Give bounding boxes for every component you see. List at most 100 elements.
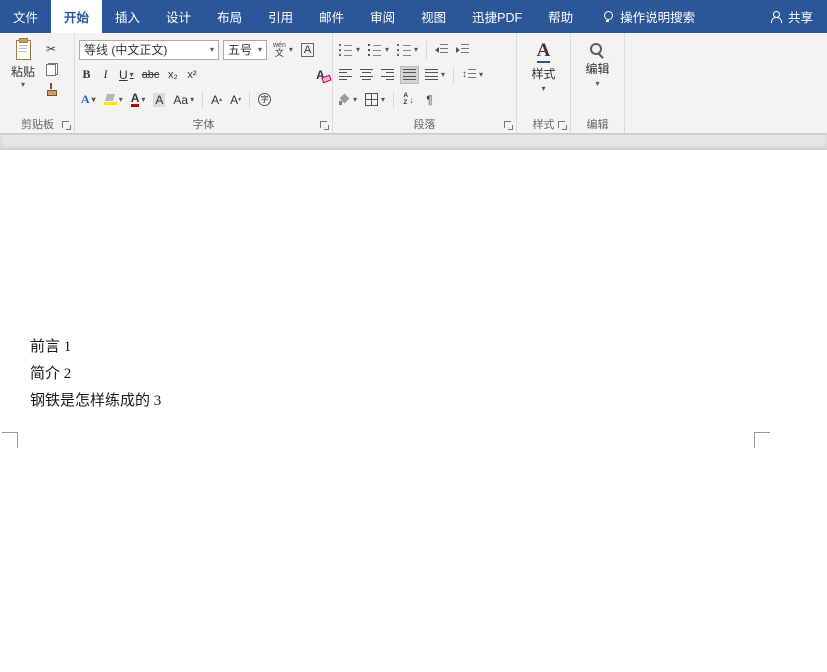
tab-insert[interactable]: 插入: [102, 0, 153, 33]
paste-dropdown-arrow[interactable]: [21, 80, 25, 89]
clipboard-dialog-launcher-icon[interactable]: [62, 121, 71, 130]
clear-formatting-button[interactable]: A: [313, 66, 328, 84]
document-line[interactable]: 前言 1: [30, 334, 827, 361]
text-highlight-button[interactable]: [102, 91, 125, 109]
superscript-button[interactable]: x²: [184, 66, 199, 84]
styles-button[interactable]: A 样式: [521, 37, 566, 116]
multilevel-list-icon: [397, 44, 411, 56]
paste-label: 粘贴: [11, 63, 35, 80]
character-shading-button[interactable]: A: [151, 91, 167, 109]
font-group: 等线 (中文正文) 五号 wén 文 A B I U abc x₂ x² A: [75, 33, 333, 133]
highlighter-icon: [104, 94, 117, 105]
document-page[interactable]: 前言 1 简介 2 钢铁是怎样练成的 3: [0, 334, 827, 672]
font-group-label: 字体: [75, 116, 332, 132]
document-top-margin-strip: [0, 134, 827, 150]
pilcrow-icon: ¶: [426, 93, 432, 107]
document-line[interactable]: 简介 2: [30, 361, 827, 388]
paragraph-group: ↕ AZ ↓ ¶ 段落: [333, 33, 517, 133]
ribbon: 粘贴 ✂ 剪贴板 等线 (中文正文) 五号 wén 文: [0, 33, 827, 134]
copy-button[interactable]: [46, 61, 58, 77]
increase-indent-icon: [456, 47, 460, 53]
font-size-combobox[interactable]: 五号: [223, 40, 267, 60]
tell-me-search[interactable]: 操作说明搜索: [602, 0, 695, 33]
format-painter-icon: [46, 83, 56, 96]
tab-mailings[interactable]: 邮件: [306, 0, 357, 33]
sort-arrow-icon: ↓: [409, 95, 414, 105]
share-label: 共享: [788, 7, 813, 26]
change-case-icon: Aa: [173, 93, 188, 107]
tab-review[interactable]: 审阅: [357, 0, 408, 33]
phonetic-guide-button[interactable]: wén 文: [271, 41, 295, 59]
grow-font-button[interactable]: A: [209, 91, 224, 109]
editing-dropdown-arrow[interactable]: [595, 79, 599, 88]
styles-dropdown-arrow[interactable]: [541, 84, 545, 93]
person-icon: [770, 11, 782, 23]
distributed-button[interactable]: [423, 66, 447, 84]
tab-file[interactable]: 文件: [0, 0, 51, 33]
font-dialog-launcher-icon[interactable]: [320, 121, 329, 130]
font-color-button[interactable]: A: [129, 91, 148, 109]
cut-button[interactable]: ✂: [46, 41, 58, 57]
change-case-button[interactable]: Aa: [171, 91, 196, 109]
justify-icon: [403, 69, 416, 80]
indent-lines-icon: [440, 44, 448, 56]
strikethrough-button[interactable]: abc: [140, 66, 162, 84]
decrease-indent-button[interactable]: [433, 41, 450, 59]
paste-button[interactable]: 粘贴: [5, 37, 41, 97]
share-button[interactable]: 共享: [756, 0, 827, 33]
paragraph-group-label: 段落: [333, 116, 516, 132]
tab-layout[interactable]: 布局: [204, 0, 255, 33]
bold-button[interactable]: B: [79, 66, 94, 84]
tab-home[interactable]: 开始: [51, 0, 102, 33]
text-boundary-corner-left: [2, 432, 18, 448]
line-spacing-button[interactable]: ↕: [460, 66, 485, 84]
decrease-indent-icon: [435, 47, 439, 53]
tab-design[interactable]: 设计: [153, 0, 204, 33]
format-painter-button[interactable]: [46, 81, 58, 97]
italic-button[interactable]: I: [98, 66, 113, 84]
line-spacing-icon: ↕: [462, 69, 467, 80]
tab-help[interactable]: 帮助: [535, 0, 586, 33]
underline-glyph: U: [119, 68, 128, 82]
align-center-button[interactable]: [358, 66, 375, 84]
align-left-icon: [339, 69, 352, 80]
paragraph-dialog-launcher-icon[interactable]: [504, 121, 513, 130]
shrink-font-button[interactable]: A: [228, 91, 243, 109]
tab-references[interactable]: 引用: [255, 0, 306, 33]
character-border-button[interactable]: A: [299, 41, 316, 59]
align-right-button[interactable]: [379, 66, 396, 84]
styles-icon: A: [537, 41, 551, 63]
align-left-button[interactable]: [337, 66, 354, 84]
subscript-button[interactable]: x₂: [165, 66, 180, 84]
character-border-icon: A: [301, 43, 314, 57]
sort-button[interactable]: AZ ↓: [400, 91, 417, 109]
font-name-combobox[interactable]: 等线 (中文正文): [79, 40, 219, 60]
align-center-icon: [360, 69, 373, 80]
editing-button[interactable]: 编辑: [575, 37, 620, 116]
borders-button[interactable]: [363, 91, 387, 109]
styles-dialog-launcher-icon[interactable]: [558, 121, 567, 130]
font-color-icon: A: [131, 93, 140, 107]
document-text[interactable]: 前言 1 简介 2 钢铁是怎样练成的 3: [30, 334, 827, 415]
editing-group-label: 编辑: [571, 116, 624, 132]
underline-button[interactable]: U: [117, 66, 136, 84]
align-right-icon: [381, 69, 394, 80]
text-boundary-corner-right: [754, 432, 770, 448]
tell-me-label: 操作说明搜索: [620, 7, 695, 26]
shading-button[interactable]: [337, 91, 359, 109]
text-effects-button[interactable]: A: [79, 91, 98, 109]
bullet-list-icon: [339, 44, 353, 56]
justify-button[interactable]: [400, 66, 419, 84]
tab-pdf-addin[interactable]: 迅捷PDF: [459, 0, 535, 33]
tab-view[interactable]: 视图: [408, 0, 459, 33]
enclose-characters-button[interactable]: 字: [256, 91, 273, 109]
line-spacing-lines-icon: [468, 69, 476, 81]
numbered-list-button[interactable]: [366, 41, 391, 59]
increase-indent-button[interactable]: [454, 41, 471, 59]
show-hide-marks-button[interactable]: ¶: [421, 91, 438, 109]
multilevel-list-button[interactable]: [395, 41, 420, 59]
phonetic-guide-icon: wén 文: [273, 42, 286, 58]
document-line[interactable]: 钢铁是怎样练成的 3: [30, 388, 827, 415]
bullet-list-button[interactable]: [337, 41, 362, 59]
styles-label: 样式: [531, 65, 555, 82]
